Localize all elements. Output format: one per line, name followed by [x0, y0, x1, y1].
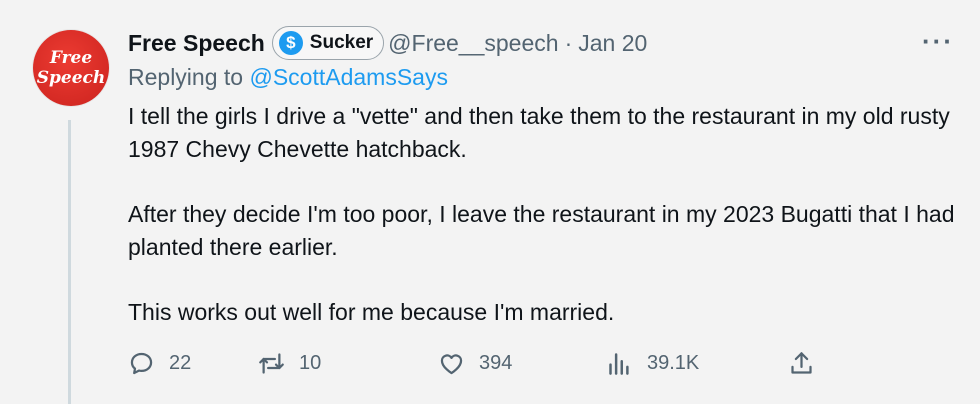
action-bar: 22 10 394 39.1K [128, 345, 828, 381]
thread-line [68, 120, 71, 404]
author-handle[interactable]: @Free__speech [388, 30, 558, 57]
heart-icon [440, 353, 463, 374]
author-name[interactable]: Free Speech [128, 30, 265, 57]
retweet-button[interactable]: 10 [258, 345, 321, 381]
tweet-date[interactable]: Jan 20 [578, 30, 647, 57]
views-count: 39.1K [647, 351, 700, 374]
reply-button[interactable]: 22 [128, 345, 191, 381]
share-icon [791, 351, 812, 374]
retweet-count: 10 [299, 351, 322, 374]
replying-prefix: Replying to [128, 64, 244, 90]
avatar-text-line2: Speech [36, 68, 106, 88]
avatar-text-line1: Free [49, 48, 93, 68]
author-badge[interactable]: $ Sucker [271, 26, 385, 60]
replying-to: Replying to @ScottAdamsSays [128, 64, 448, 91]
tweet-paragraph-2: After they decide I'm too poor, I leave … [128, 201, 955, 260]
tweet-paragraph-3: This works out well for me because I'm m… [128, 299, 615, 325]
tweet-paragraph-1: I tell the girls I drive a "vette" and t… [128, 103, 950, 162]
like-button[interactable]: 394 [438, 345, 512, 381]
badge-label: Sucker [309, 32, 374, 53]
views-icon [609, 352, 629, 375]
like-count: 394 [479, 351, 513, 374]
separator-dot: · [564, 29, 573, 56]
tweet: Free Speech Free Speech $ Sucker @Free__… [0, 0, 980, 404]
tweet-header: Free Speech $ Sucker @Free__speech · Jan… [128, 26, 647, 60]
retweet-icon [259, 352, 284, 374]
avatar[interactable]: Free Speech [33, 30, 109, 106]
views-button[interactable]: 39.1K [606, 345, 699, 381]
reply-count: 22 [169, 351, 192, 374]
share-button[interactable] [788, 345, 829, 381]
more-icon[interactable]: ··· [922, 26, 954, 57]
reply-icon [130, 352, 153, 374]
dollar-badge-icon: $ [278, 31, 303, 55]
replying-mention[interactable]: @ScottAdamsSays [249, 64, 447, 90]
tweet-body: I tell the girls I drive a "vette" and t… [128, 100, 958, 329]
